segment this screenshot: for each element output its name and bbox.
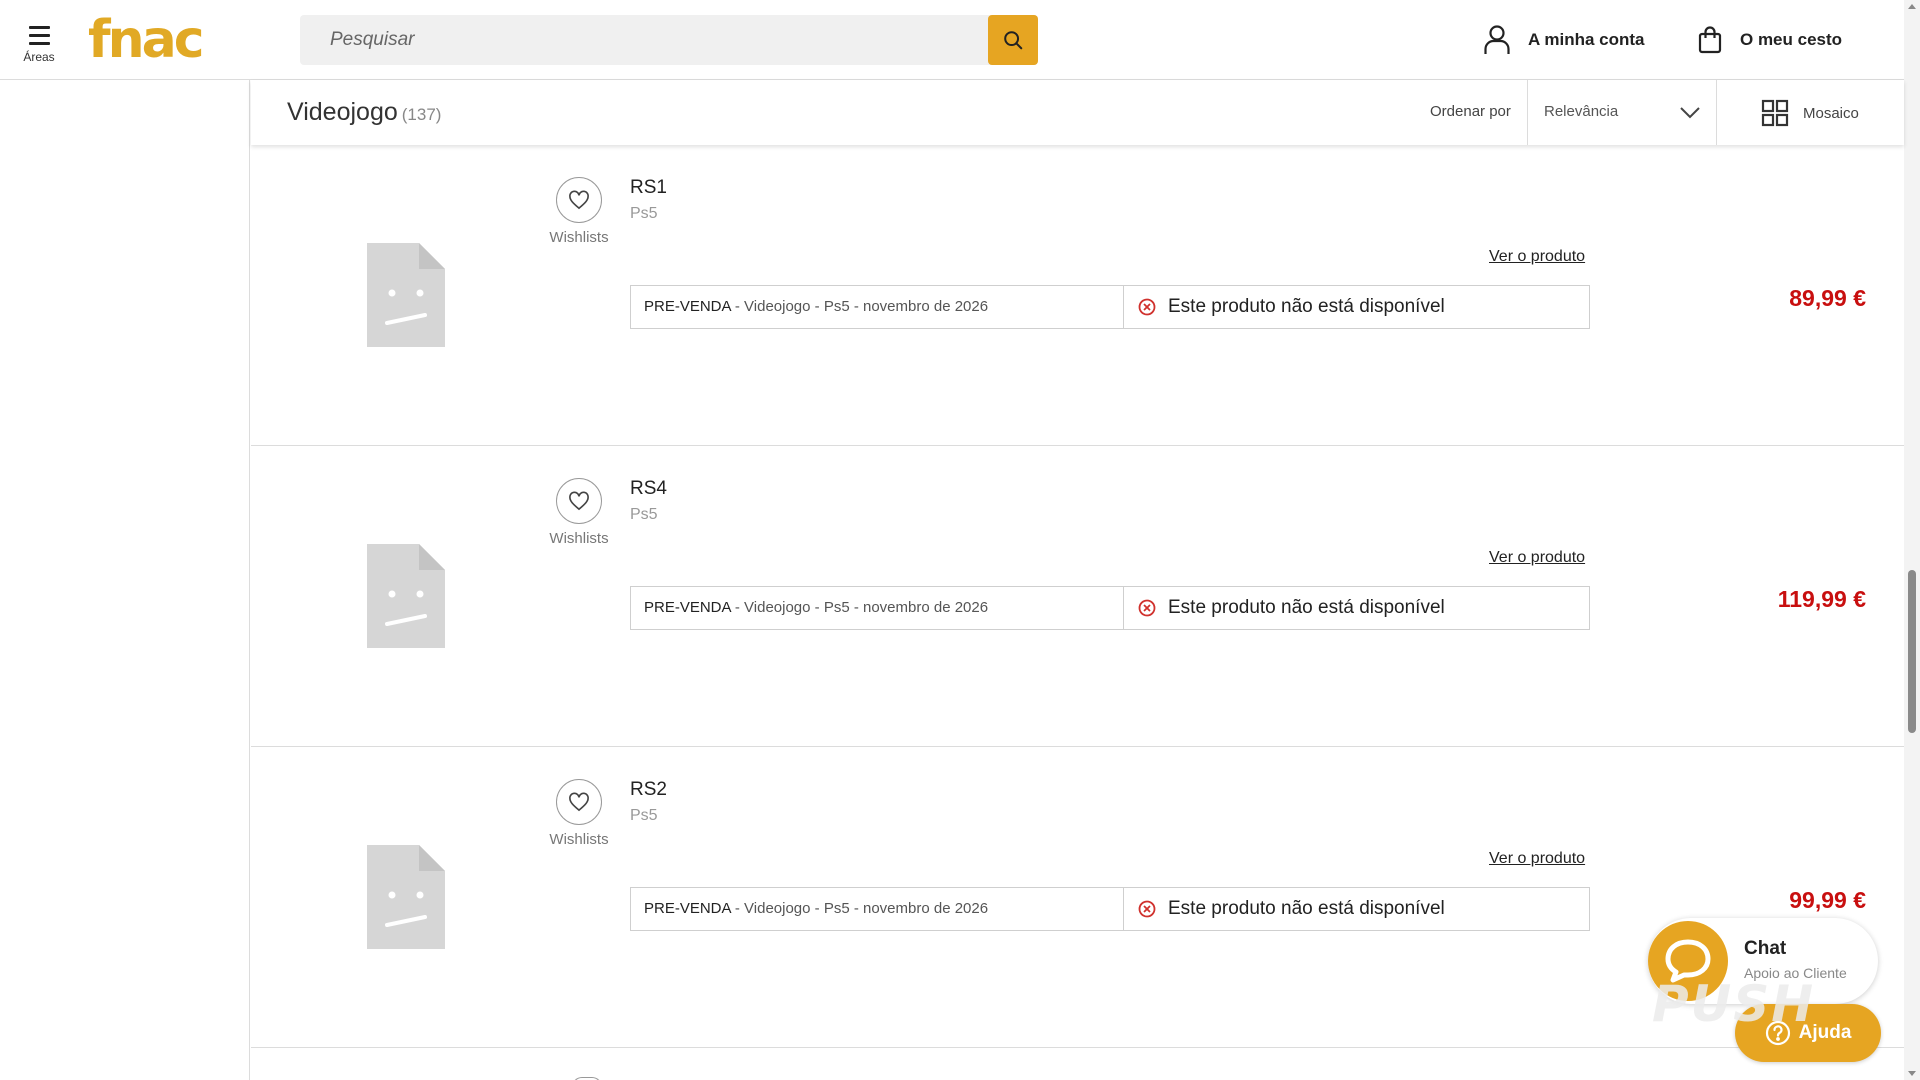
- availability-text: Este produto não está disponível: [1168, 898, 1445, 919]
- question-icon: [1765, 1020, 1790, 1046]
- chat-bubble-icon: [1648, 921, 1728, 1001]
- fnac-logo[interactable]: fnac: [88, 12, 205, 68]
- sort-label: Ordenar por: [1430, 103, 1511, 120]
- product-price: 99,99 €: [1789, 887, 1866, 913]
- help-label: Ajuda: [1798, 1022, 1852, 1043]
- wishlist-label: Wishlists: [549, 229, 609, 246]
- help-button[interactable]: Ajuda: [1735, 1004, 1881, 1062]
- wishlist-button[interactable]: Wishlists: [534, 779, 624, 848]
- heart-icon: [569, 792, 589, 812]
- grid-icon: [1761, 99, 1789, 127]
- offer-description: - Videojogo - Ps5 - novembro de 2026: [730, 599, 989, 616]
- search-button[interactable]: [988, 15, 1038, 65]
- view-product-link[interactable]: Ver o produto: [1489, 850, 1585, 868]
- view-product-link[interactable]: Ver o produto: [1489, 549, 1585, 567]
- chat-title: Chat: [1744, 938, 1787, 959]
- chat-widget[interactable]: Chat Apoio ao Cliente: [1648, 918, 1878, 1004]
- product-list: Wishlists RS1 Ps5 Ver o produto PRE-VEND…: [251, 145, 1904, 1048]
- my-account-link[interactable]: A minha conta: [1484, 24, 1645, 56]
- product-name[interactable]: RS4: [630, 478, 667, 500]
- product-name[interactable]: RS2: [630, 779, 667, 801]
- page-title: Videojogo (137): [287, 98, 441, 127]
- chevron-down-icon: [1680, 107, 1700, 119]
- sort-selected-value: Relevância: [1544, 103, 1619, 120]
- scroll-up-arrow-icon[interactable]: [1908, 4, 1916, 9]
- offer-description: - Videojogo - Ps5 - novembro de 2026: [730, 900, 989, 917]
- preorder-tag: PRE-VENDA: [644, 900, 731, 917]
- availability-text: Este produto não está disponível: [1168, 597, 1445, 618]
- category-title: Videojogo: [287, 98, 398, 126]
- product-item: Wishlists RS1 Ps5 Ver o produto PRE-VEND…: [251, 145, 1904, 446]
- view-product-link[interactable]: Ver o produto: [1489, 248, 1585, 266]
- chat-subtitle: Apoio ao Cliente: [1744, 965, 1847, 981]
- wishlist-button[interactable]: Wishlists: [534, 478, 624, 547]
- site-header: Áreas fnac A minha conta O meu cesto: [0, 0, 1904, 80]
- mosaic-view-label: Mosaico: [1803, 104, 1859, 122]
- offer-box: PRE-VENDA - Videojogo - Ps5 - novembro d…: [630, 887, 1590, 931]
- result-count: (137): [401, 105, 442, 124]
- scrollbar-thumb[interactable]: [1908, 570, 1916, 733]
- availability-status: Este produto não está disponível: [1124, 587, 1589, 629]
- my-cart-label: O meu cesto: [1740, 30, 1843, 49]
- areas-menu-label: Áreas: [23, 50, 55, 64]
- availability-status: Este produto não está disponível: [1124, 888, 1589, 930]
- search-bar: [300, 15, 1038, 65]
- wishlist-label: Wishlists: [549, 530, 609, 547]
- no-image-icon: [367, 243, 445, 347]
- availability-status: Este produto não está disponível: [1124, 286, 1589, 328]
- preorder-tag: PRE-VENDA: [644, 599, 731, 616]
- offer-box: PRE-VENDA - Videojogo - Ps5 - novembro d…: [630, 586, 1590, 630]
- left-sidebar: [0, 80, 250, 1080]
- no-image-icon: [367, 845, 445, 949]
- product-item: Wishlists RS2 Ps5 Ver o produto PRE-VEND…: [251, 747, 1904, 1048]
- page-scrollbar[interactable]: [1904, 0, 1920, 1080]
- heart-icon: [569, 190, 589, 210]
- x-circle-icon: [1138, 599, 1156, 617]
- search-input[interactable]: [300, 15, 988, 65]
- results-toolbar: Videojogo (137) Ordenar por Relevância Mo…: [251, 80, 1904, 145]
- sort-select[interactable]: Relevância: [1527, 80, 1717, 145]
- user-icon: [1484, 25, 1510, 54]
- offer-details: PRE-VENDA - Videojogo - Ps5 - novembro d…: [631, 587, 1124, 629]
- no-image-icon: [367, 544, 445, 648]
- my-cart-link[interactable]: O meu cesto: [1698, 24, 1842, 56]
- offer-description: - Videojogo - Ps5 - novembro de 2026: [730, 298, 989, 315]
- product-price: 89,99 €: [1789, 285, 1866, 311]
- areas-menu-button[interactable]: Áreas: [18, 26, 60, 64]
- hamburger-icon: [18, 26, 60, 45]
- wishlist-label: Wishlists: [549, 831, 609, 848]
- product-platform: Ps5: [630, 506, 658, 523]
- offer-details: PRE-VENDA - Videojogo - Ps5 - novembro d…: [631, 888, 1124, 930]
- offer-box: PRE-VENDA - Videojogo - Ps5 - novembro d…: [630, 285, 1590, 329]
- product-item: Wishlists RS4 Ps5 Ver o produto PRE-VEND…: [251, 446, 1904, 747]
- mosaic-view-toggle[interactable]: Mosaico: [1761, 96, 1859, 130]
- scroll-down-arrow-icon[interactable]: [1908, 1071, 1916, 1076]
- offer-details: PRE-VENDA - Videojogo - Ps5 - novembro d…: [631, 286, 1124, 328]
- product-platform: Ps5: [630, 205, 658, 222]
- shopping-bag-icon: [1698, 26, 1722, 54]
- product-platform: Ps5: [630, 807, 658, 824]
- product-price: 119,99 €: [1777, 586, 1866, 612]
- heart-icon: [569, 491, 589, 511]
- product-name[interactable]: RS1: [630, 177, 667, 199]
- availability-text: Este produto não está disponível: [1168, 296, 1445, 317]
- wishlist-button[interactable]: Wishlists: [534, 177, 624, 246]
- x-circle-icon: [1138, 900, 1156, 918]
- x-circle-icon: [1138, 298, 1156, 316]
- my-account-label: A minha conta: [1528, 30, 1645, 49]
- search-icon: [1004, 31, 1023, 50]
- preorder-tag: PRE-VENDA: [644, 298, 731, 315]
